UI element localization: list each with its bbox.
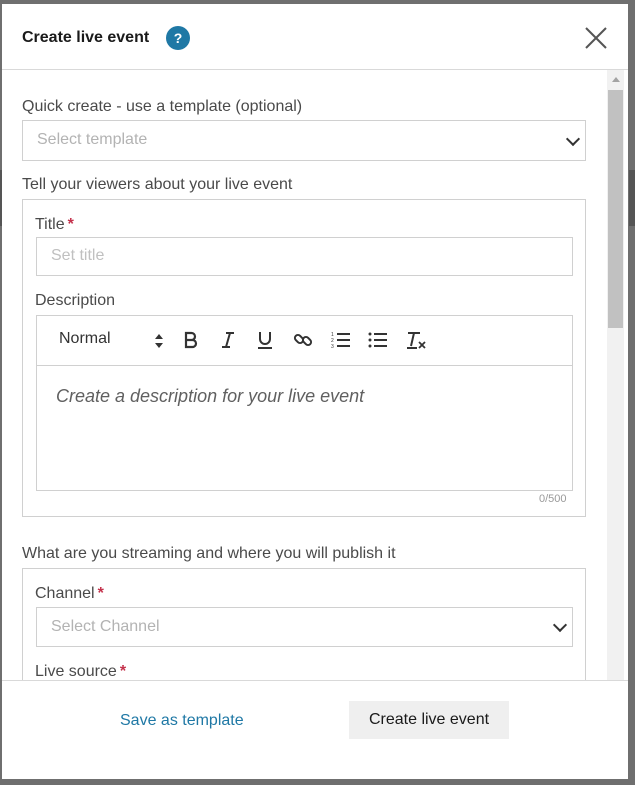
create-live-event-button[interactable]: Create live event — [349, 701, 509, 739]
dialog-title: Create live event — [22, 29, 150, 46]
link-icon — [293, 333, 313, 347]
required-marker: * — [97, 585, 104, 602]
svg-text:3: 3 — [331, 344, 334, 349]
bold-icon — [184, 331, 198, 349]
ordered-list-button[interactable]: 1 2 3 — [330, 328, 352, 352]
quick-create-label: Quick create - use a template (optional) — [22, 98, 303, 115]
title-input[interactable]: Set title — [36, 237, 573, 276]
required-marker: * — [119, 663, 127, 680]
create-live-event-dialog: Create live event ? Quick create - use a… — [2, 4, 628, 779]
channel-label: Channel * — [35, 585, 104, 603]
save-as-template-button[interactable]: Save as template — [120, 712, 244, 730]
ordered-list-icon: 1 2 3 — [331, 332, 350, 349]
scroll-up-arrow-icon[interactable] — [612, 77, 620, 82]
title-label-text: Title — [35, 216, 65, 233]
template-select-placeholder: Select template — [37, 131, 148, 148]
dialog-footer: Save as template Create live event — [2, 680, 628, 779]
bold-button[interactable] — [180, 328, 202, 352]
title-label: Title * — [35, 216, 74, 234]
editor-toolbar: Normal 1 2 3 — [37, 316, 572, 366]
viewers-section-heading: Tell your viewers about your live event — [22, 176, 293, 193]
clear-format-icon — [407, 332, 426, 349]
dialog-body: Quick create - use a template (optional)… — [2, 70, 628, 680]
vertical-scrollbar[interactable] — [607, 70, 624, 680]
char-counter: 0/500 — [539, 493, 567, 505]
italic-icon — [222, 332, 234, 348]
help-icon[interactable]: ? — [166, 26, 190, 50]
underline-button[interactable] — [254, 328, 276, 352]
chevron-down-icon — [565, 131, 581, 147]
description-textarea[interactable]: Create a description for your live event — [56, 386, 364, 407]
link-button[interactable] — [292, 328, 314, 352]
channel-label-text: Channel — [35, 585, 95, 602]
bullet-list-button[interactable] — [367, 328, 389, 352]
backdrop-edge — [629, 170, 635, 226]
required-marker: * — [67, 216, 74, 233]
channel-select-placeholder: Select Channel — [51, 618, 160, 635]
channel-select[interactable]: Select Channel — [36, 607, 573, 647]
description-editor: Normal 1 2 3 Create a description for yo… — [36, 315, 573, 491]
format-sort-icon[interactable] — [155, 333, 163, 349]
dialog-header: Create live event ? — [2, 4, 628, 70]
bullet-list-icon — [368, 332, 387, 348]
format-select[interactable]: Normal — [59, 330, 111, 348]
description-label: Description — [35, 292, 116, 309]
live-source-label: Live source * — [35, 663, 126, 680]
title-input-placeholder: Set title — [51, 247, 105, 264]
stream-section-heading: What are you streaming and where you wil… — [22, 545, 396, 562]
italic-button[interactable] — [217, 328, 239, 352]
chevron-down-icon — [552, 617, 568, 633]
template-select[interactable]: Select template — [22, 120, 586, 161]
live-source-label-text: Live source — [35, 663, 117, 680]
underline-icon — [258, 332, 272, 349]
clear-format-button[interactable] — [405, 328, 427, 352]
scroll-thumb[interactable] — [608, 90, 623, 328]
close-icon[interactable] — [582, 24, 610, 52]
